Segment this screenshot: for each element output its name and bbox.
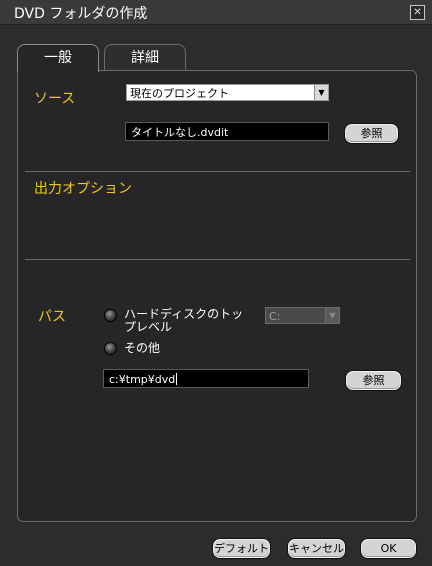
tab-details[interactable]: 詳細 [104,44,186,71]
source-label: ソース [34,91,76,107]
source-browse-button[interactable]: 参照 [345,124,398,143]
path-label: パス [38,309,66,325]
output-options-label: 出力オプション [34,181,132,197]
text-caret [176,373,178,385]
section-divider [25,259,410,260]
radio-other-label: その他 [124,341,161,355]
source-file-field[interactable]: タイトルなし.dvdit [125,122,329,141]
source-select-value: 現在のプロジェクト [130,87,229,100]
chevron-down-icon: ▼ [325,308,339,323]
drive-select[interactable]: C: ▼ [265,307,340,324]
path-value: c:¥tmp¥dvd [109,373,176,386]
title-bar: DVD フォルダの作成 ✕ [0,0,432,25]
close-icon[interactable]: ✕ [410,5,425,20]
default-button[interactable]: デフォルト [213,539,270,558]
path-browse-button[interactable]: 参照 [346,371,401,390]
ok-button[interactable]: OK [361,539,416,558]
source-file-value: タイトルなし.dvdit [131,126,229,139]
section-divider [25,171,410,172]
chevron-down-icon: ▼ [314,85,328,100]
radio-hdd-top-level[interactable] [104,309,117,322]
path-field[interactable]: c:¥tmp¥dvd [103,369,309,388]
radio-hdd-label-line2: プレベル [124,320,173,334]
cancel-button[interactable]: キャンセル [288,539,345,558]
drive-select-value: C: [269,310,281,323]
window-title: DVD フォルダの作成 [14,6,148,22]
tab-general[interactable]: 一般 [17,44,99,72]
radio-other[interactable] [104,342,117,355]
radio-hdd-top-level-label: ハードディスクのトッ プレベル [124,308,243,334]
source-select[interactable]: 現在のプロジェクト ▼ [126,84,329,101]
